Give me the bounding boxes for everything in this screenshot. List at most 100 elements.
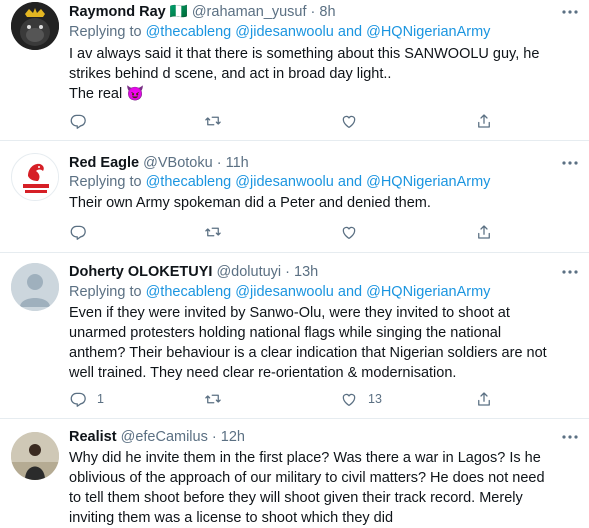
replying-prefix: Replying to (69, 24, 142, 40)
tweet-line: oblivious of the approach of our militar… (69, 470, 545, 486)
tweet-line: The real 😈 (69, 84, 579, 104)
like-button[interactable] (340, 222, 368, 242)
tweet-header: Doherty OLOKETUYI @dolutuyi · 13h (69, 262, 318, 282)
tweet-text: Their own Army spokeman did a Peter and … (69, 193, 579, 213)
replying-prefix: Replying to (69, 174, 142, 190)
avatar[interactable] (11, 432, 59, 480)
replying-prefix: Replying to (69, 284, 142, 300)
tweet-header: Red Eagle @VBotoku · 11h (69, 153, 249, 173)
gorilla-avatar-icon (11, 2, 59, 50)
replying-to: Replying to @thecableng @jidesanwoolu an… (69, 172, 490, 192)
reply-button[interactable] (69, 111, 97, 131)
mention-link[interactable]: @thecableng (146, 24, 232, 40)
mention-link[interactable]: @jidesanwoolu (235, 284, 334, 300)
separator-dot: · (310, 4, 316, 20)
reply-button[interactable] (69, 222, 97, 242)
user-handle[interactable]: @efeCamilus (121, 429, 208, 445)
like-count: 13 (368, 392, 382, 406)
timestamp[interactable]: 8h (319, 4, 335, 20)
tweet-line: I av always said it that there is someth… (69, 46, 540, 62)
tweet-line: well trained. They need clear re-orienta… (69, 365, 457, 381)
timestamp[interactable]: 13h (294, 264, 318, 280)
like-icon (342, 226, 356, 240)
retweet-button[interactable] (204, 389, 222, 409)
more-icon[interactable] (561, 157, 579, 169)
tweet-line: Even if they were invited by Sanwo-Olu, … (69, 305, 510, 321)
tweet-line: inviting them was a license to shoot whi… (69, 510, 394, 526)
nigeria-flag: 🇳🇬 (169, 4, 188, 20)
separator-dot: · (216, 155, 222, 171)
share-button[interactable] (475, 389, 493, 409)
mention-link[interactable]: @HQNigerianArmy (366, 174, 490, 190)
avatar[interactable] (11, 153, 59, 201)
default-profile-icon (11, 263, 59, 311)
reply-icon (70, 392, 86, 407)
tweet-line: Why did he invite them in the first plac… (69, 450, 541, 466)
retweet-icon (205, 394, 221, 404)
action-bar: 1 13 (69, 389, 499, 409)
tweet-line: to tell them shoot before they will shoo… (69, 490, 523, 506)
timestamp[interactable]: 11h (226, 155, 249, 171)
replying-to: Replying to @thecableng @jidesanwoolu an… (69, 282, 490, 302)
separator-dot: · (285, 264, 291, 280)
display-name[interactable]: Raymond Ray (69, 4, 166, 20)
share-icon (478, 114, 490, 128)
mention-link[interactable]: @jidesanwoolu (235, 24, 334, 40)
user-handle[interactable]: @dolutuyi (216, 264, 281, 280)
tweet-raymond-ray[interactable]: Raymond Ray 🇳🇬 @rahaman_yusuf · 8h Reply… (0, 0, 589, 141)
tweet-line-text: The real (69, 86, 123, 102)
user-handle[interactable]: @rahaman_yusuf (192, 4, 307, 20)
share-icon (478, 225, 490, 239)
tweet-doherty[interactable]: Doherty OLOKETUYI @dolutuyi · 13h Replyi… (0, 253, 589, 419)
tweet-text: I av always said it that there is someth… (69, 44, 579, 104)
profile-photo-icon (11, 432, 59, 480)
retweet-button[interactable] (204, 222, 222, 242)
replying-and: and (337, 24, 363, 40)
share-button[interactable] (475, 222, 493, 242)
replying-to: Replying to @thecableng @jidesanwoolu an… (69, 22, 490, 42)
mention-link[interactable]: @thecableng (146, 284, 232, 300)
retweet-icon (205, 227, 221, 237)
replying-and: and (337, 284, 363, 300)
replying-and: and (337, 174, 363, 190)
devil-emoji: 😈 (126, 86, 145, 102)
share-button[interactable] (475, 111, 493, 131)
display-name[interactable]: Realist (69, 429, 117, 445)
tweet-line: unarmed protesters holding national flag… (69, 325, 502, 341)
mention-link[interactable]: @jidesanwoolu (235, 174, 334, 190)
mention-link[interactable]: @thecableng (146, 174, 232, 190)
separator-dot: · (211, 429, 217, 445)
retweet-button[interactable] (204, 111, 222, 131)
retweet-icon (205, 116, 221, 126)
tweet-red-eagle[interactable]: Red Eagle @VBotoku · 11h Replying to @th… (0, 141, 589, 253)
avatar[interactable] (11, 263, 59, 311)
like-button[interactable] (340, 111, 368, 131)
reply-count: 1 (97, 392, 104, 406)
avatar[interactable] (11, 2, 59, 50)
user-handle[interactable]: @VBotoku (143, 155, 213, 171)
tweet-header: Realist @efeCamilus · 12h (69, 427, 245, 447)
action-bar (69, 222, 499, 242)
more-icon[interactable] (561, 6, 579, 18)
display-name[interactable]: Doherty OLOKETUYI (69, 264, 212, 280)
tweet-realist[interactable]: Realist @efeCamilus · 12h Why did he inv… (0, 419, 589, 526)
share-icon (478, 392, 490, 406)
like-icon (342, 115, 356, 129)
more-icon[interactable] (561, 431, 579, 443)
tweet-line: anthem? Their behaviour is a clear indic… (69, 345, 547, 361)
display-name[interactable]: Red Eagle (69, 155, 139, 171)
tweet-line: Their own Army spokeman did a Peter and … (69, 195, 431, 211)
like-button[interactable]: 13 (340, 389, 382, 409)
reply-icon (70, 225, 86, 240)
mention-link[interactable]: @HQNigerianArmy (366, 24, 490, 40)
like-icon (342, 393, 356, 407)
tweet-header: Raymond Ray 🇳🇬 @rahaman_yusuf · 8h (69, 2, 336, 22)
reply-button[interactable]: 1 (69, 389, 104, 409)
action-bar (69, 111, 499, 131)
mention-link[interactable]: @HQNigerianArmy (366, 284, 490, 300)
reply-icon (70, 114, 86, 129)
tweet-text: Even if they were invited by Sanwo-Olu, … (69, 303, 579, 383)
red-eagle-logo-icon (13, 155, 58, 200)
more-icon[interactable] (561, 266, 579, 278)
timestamp[interactable]: 12h (221, 429, 245, 445)
